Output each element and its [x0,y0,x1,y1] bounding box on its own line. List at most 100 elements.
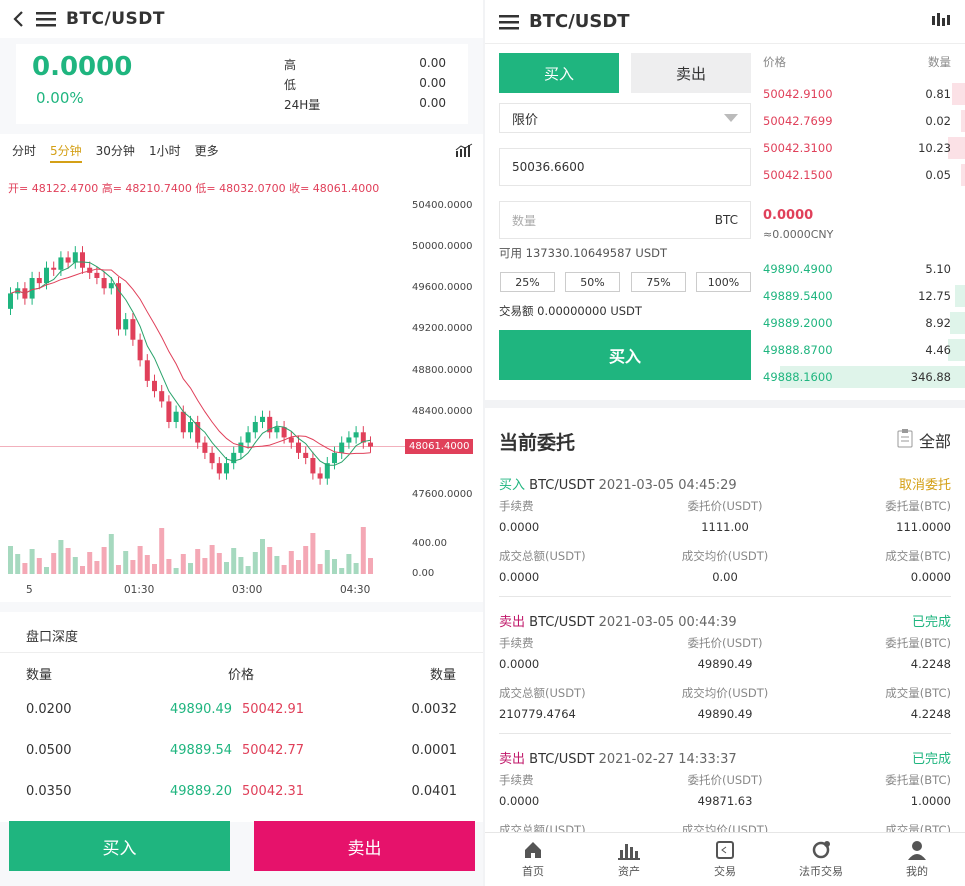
tab-sell[interactable]: 卖出 [631,53,751,93]
candle [130,319,136,340]
volume-bar [29,549,35,574]
candle [65,257,71,263]
volume-bar [231,548,237,574]
ob-qty: 0.05 [925,168,951,182]
ob-price: 49889.2000 [763,316,833,330]
volume-bar [296,560,301,574]
percent-75-button[interactable]: 75% [631,272,686,292]
order-field-label: 成交均价(USDT) [681,549,769,563]
orderbook-row[interactable]: 49888.1600 346.88 [755,366,965,388]
chevron-down-icon [724,111,738,126]
ob-qty: 12.75 [918,289,951,303]
back-arrow-icon[interactable] [12,10,24,28]
percent-100-button[interactable]: 100% [696,272,751,292]
nav-profile[interactable]: 我的 [869,833,965,886]
orderbook-row[interactable]: 50042.7699 0.02 [755,110,965,132]
order-status[interactable]: 已完成 [912,611,951,630]
orderbook-row[interactable]: 50042.9100 0.81 [755,83,965,105]
bid-qty: 0.0500 [26,743,72,758]
candle [173,411,179,422]
kline-chart-icon[interactable] [931,12,951,32]
sell-button[interactable]: 卖出 [254,821,475,871]
candle [296,442,301,453]
bid-price: 49889.54 [170,743,233,758]
submit-buy-button[interactable]: 买入 [499,330,751,380]
candle [80,252,85,268]
nav-assets[interactable]: 资产 [581,833,677,886]
volume-bar [209,545,215,574]
candle [36,278,42,284]
ask-qty: 0.0401 [411,784,458,799]
mid-price-cny: ≈0.0000CNY [763,228,834,241]
volume-bar [137,546,143,574]
orderbook-row[interactable]: 49888.8700 4.46 [755,339,965,361]
candle [216,463,222,474]
all-orders-link[interactable]: 全部 [897,428,951,452]
candle [346,437,352,443]
order-title: 卖出 BTC/USDT 2021-03-05 00:44:39 [499,615,737,630]
order-status[interactable]: 取消委托 [899,474,951,493]
orderbook-row[interactable]: 50042.3100 10.23 [755,137,965,159]
candle [152,380,157,392]
depth-title: 盘口深度 [26,630,79,645]
depth-bar [960,110,965,132]
volume-value: 0.00 [419,96,446,110]
volume-bar [180,554,186,574]
candle [310,458,316,474]
left-screen: BTC/USDT 0.0000 0.00% 高 0.00 低 0.00 24H量… [0,0,483,886]
pair-title[interactable]: BTC/USDT [529,11,630,32]
ask-price: 50042.91 [242,702,305,717]
candle [58,257,64,270]
orderbook-row[interactable]: 50042.1500 0.05 [755,164,965,186]
menu-icon[interactable] [36,11,56,27]
candlestick-chart[interactable] [0,134,483,602]
order-field-value: 0.0000 [910,570,951,584]
volume-bar [224,562,229,574]
orderbook-row[interactable]: 49889.5400 12.75 [755,285,965,307]
nav-home[interactable]: 首页 [485,833,581,886]
orderbook-row[interactable]: 49889.2000 8.92 [755,312,965,334]
candle [94,272,100,278]
volume-bar [58,540,64,574]
tab-buy[interactable]: 买入 [499,53,619,93]
orderbook-row[interactable]: 49890.4900 5.10 [755,258,965,280]
bottom-nav: 首页 资产 交易 法币交易 我的 [485,832,965,886]
volume-bar [44,567,49,574]
pair-title[interactable]: BTC/USDT [66,9,165,29]
percent-50-button[interactable]: 50% [565,272,620,292]
high-label: 高 [284,58,297,72]
candle [159,391,165,402]
ob-price: 49890.4900 [763,262,833,276]
candle [209,452,215,464]
quantity-placeholder: 数量 [512,213,537,228]
volume-bar [360,527,366,574]
price-input[interactable]: 50036.6600 [499,148,751,186]
volume-bar [310,533,316,574]
volume-tick: 0.00 [412,568,435,579]
menu-icon[interactable] [499,14,519,30]
low-value: 0.00 [419,76,446,90]
order-status[interactable]: 已完成 [912,748,951,767]
volume-bar [51,553,57,574]
order-type-select[interactable]: 限价 [499,103,751,133]
volume-bar [368,558,373,574]
buy-button[interactable]: 买入 [9,821,230,871]
volume-bar [87,552,93,574]
ticker-summary: 0.0000 0.00% 高 0.00 低 0.00 24H量 0.00 [16,44,468,124]
percent-25-button[interactable]: 25% [500,272,555,292]
trade-buttons: 买入 卖出 [0,820,483,886]
candle [245,432,251,443]
ob-qty: 346.88 [910,370,951,384]
clipboard-icon [897,428,913,452]
nav-trade[interactable]: 交易 [677,833,773,886]
order-field-label: 手续费 [499,773,534,787]
candle [101,278,107,289]
volume-bar [202,558,208,574]
ask-price: 50042.77 [242,743,305,758]
candle [29,278,35,299]
bid-qty: 0.0200 [26,702,72,717]
nav-fiat[interactable]: 法币交易 [773,833,869,886]
quantity-input[interactable]: 数量 BTC [499,201,751,239]
candle [195,422,201,443]
x-tick: 01:30 [124,584,155,596]
